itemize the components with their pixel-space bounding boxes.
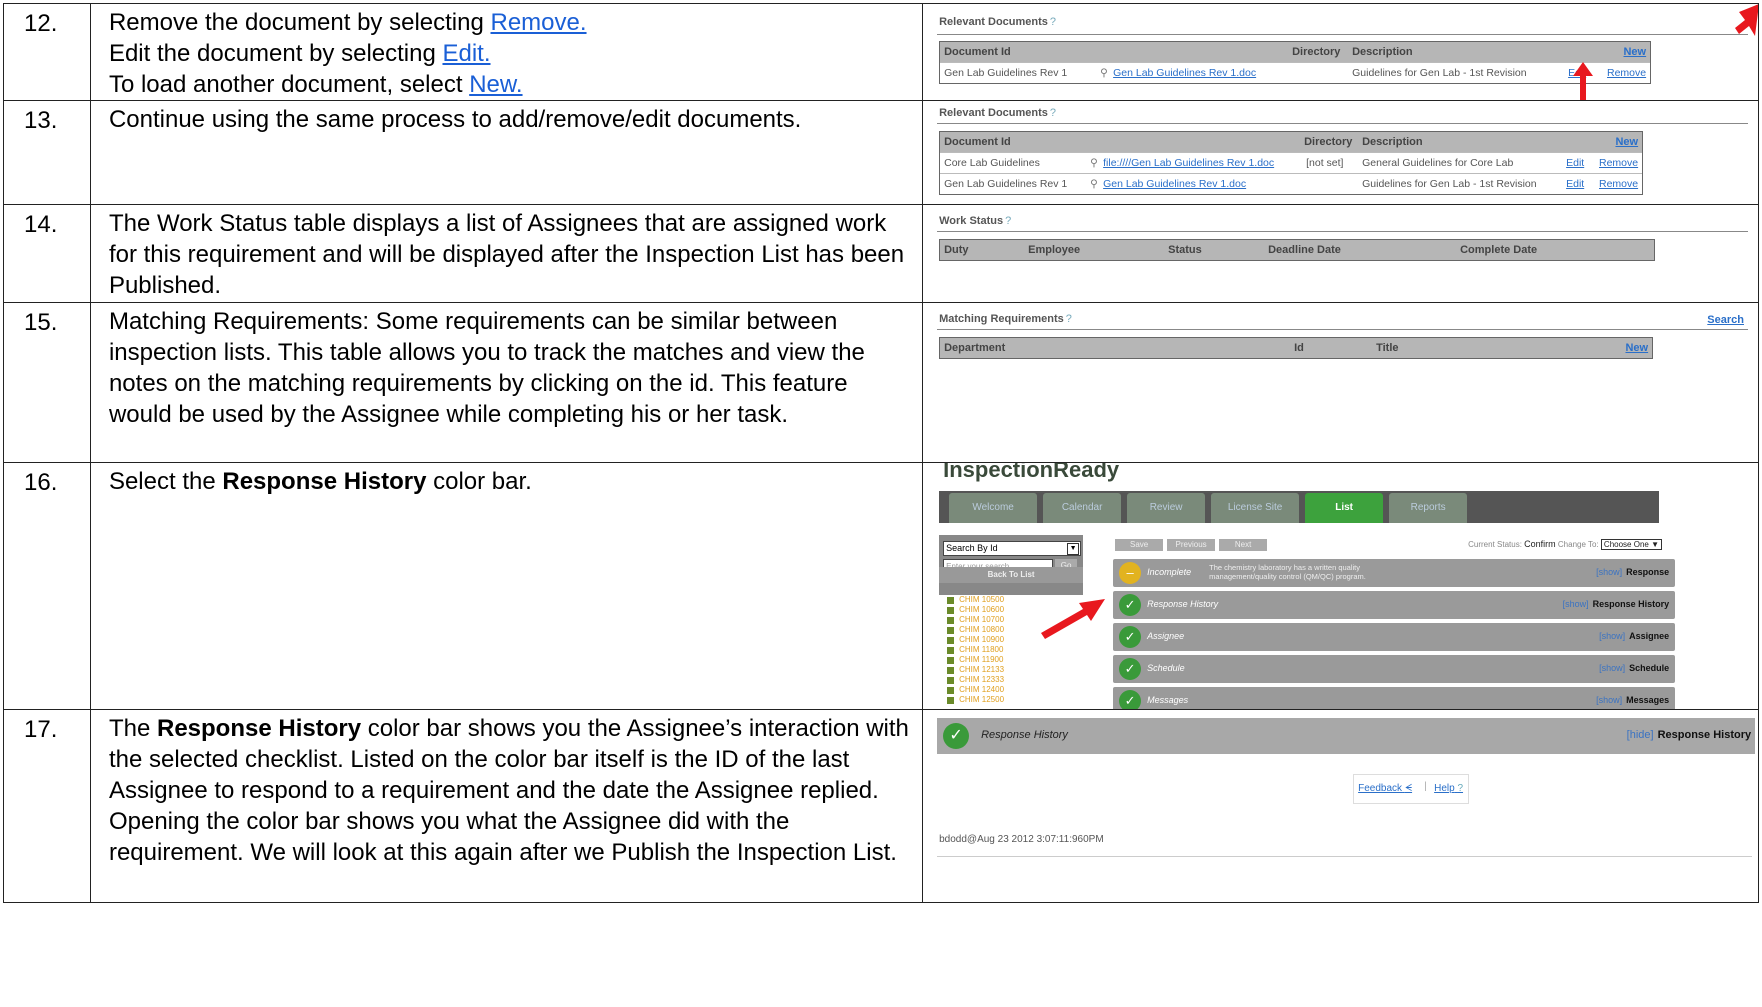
screenshot-relevant-documents-2: Relevant Documents? Document Id Director… — [922, 100, 1759, 205]
chevron-down-icon: ▼ — [1067, 543, 1080, 555]
edit-link[interactable]: Edit — [1566, 178, 1584, 190]
incomplete-icon: – — [1119, 562, 1142, 584]
help-link[interactable]: Help ? — [1434, 783, 1463, 794]
status-area: Current Status: Confirm Change To: Choos… — [1468, 539, 1662, 550]
checkmark-icon: ✓ — [1119, 626, 1142, 648]
feedback-help-box: Feedback ᗕ | Help ? — [1353, 774, 1470, 804]
checkmark-icon: ✓ — [1119, 594, 1142, 616]
remove-link[interactable]: Remove — [1607, 67, 1646, 79]
new-link[interactable]: New — [1623, 46, 1646, 58]
screenshot-response-history-open: ✓ Response History [hide] Response Histor… — [922, 709, 1759, 903]
tab-bar: Welcome Calendar Review License Site Lis… — [939, 491, 1660, 523]
step-description: Remove the document by selecting Remove.… — [89, 3, 924, 101]
documents-grid: Document Id Directory Description New Ge… — [939, 41, 1652, 84]
table-row: Gen Lab Guidelines Rev 1 ⚲ Gen Lab Guidel… — [940, 173, 1643, 194]
color-bar-messages[interactable]: ✓ Messages [show] Messages — [1113, 687, 1676, 709]
new-link[interactable]: New. — [469, 71, 522, 98]
document-file-link[interactable]: ⚲ Gen Lab Guidelines Rev 1.doc — [1100, 67, 1256, 79]
table-row: Gen Lab Guidelines Rev 1 ⚲ Gen Lab Guidel… — [940, 62, 1651, 83]
tab-review[interactable]: Review — [1127, 493, 1206, 523]
list-item[interactable]: CHIM 11800 — [939, 645, 1079, 655]
edit-link[interactable]: Edit — [1566, 157, 1584, 169]
list-item[interactable]: CHIM 12400 — [939, 685, 1079, 695]
step-description: Matching Requirements: Some requirements… — [89, 302, 924, 463]
chevron-down-icon: ▼ — [1651, 540, 1659, 549]
step-number: 12. — [3, 3, 91, 101]
step-number: 14. — [3, 204, 91, 303]
checkmark-icon: ✓ — [943, 723, 970, 749]
document-file-link[interactable]: ⚲ file:////Gen Lab Guidelines Rev 1.doc — [1090, 157, 1274, 169]
paperclip-icon: ⚲ — [1100, 67, 1108, 79]
table-row: Core Lab Guidelines ⚲ file:////Gen Lab Gu… — [940, 152, 1643, 173]
list-item[interactable]: CHIM 12333 — [939, 675, 1079, 685]
step-number: 15. — [3, 302, 91, 463]
color-bar-response-history[interactable]: ✓ Response History [hide] Response Histor… — [937, 718, 1756, 754]
paperclip-icon: ⚲ — [1090, 178, 1098, 190]
tab-welcome[interactable]: Welcome — [949, 493, 1038, 523]
remove-link[interactable]: Remove — [1599, 178, 1638, 190]
pointer-arrow-icon — [1573, 62, 1594, 100]
edit-link[interactable]: Edit. — [442, 40, 490, 67]
step-number: 13. — [3, 100, 91, 205]
matching-grid: Department Id Title New — [939, 337, 1654, 359]
save-button[interactable]: Save — [1115, 539, 1164, 551]
step-description: The Response History color bar shows you… — [89, 709, 924, 903]
previous-button[interactable]: Previous — [1167, 539, 1216, 551]
app-logo: InspectionReady — [943, 462, 1120, 483]
hide-link[interactable]: [hide] — [1627, 729, 1654, 741]
instruction-table: 12. Remove the document by selecting Rem… — [3, 3, 1759, 903]
step-number: 16. — [3, 462, 91, 710]
tab-license-site[interactable]: License Site — [1211, 493, 1300, 523]
documents-grid: Document Id Directory Description New Co… — [939, 131, 1644, 195]
help-icon: ? — [1457, 783, 1464, 794]
new-link[interactable]: New — [1625, 342, 1648, 354]
step-number: 17. — [3, 709, 91, 903]
change-status-select[interactable]: Choose One ▼ — [1600, 539, 1662, 550]
status-badge: Confirm — [1524, 539, 1556, 549]
response-entry: bdodd@Aug 23 2012 3:07:11:960PM — [939, 834, 1104, 845]
color-bar-assignee[interactable]: ✓ Assignee [show] Assignee — [1113, 623, 1676, 651]
list-item[interactable]: CHIM 11900 — [939, 655, 1079, 665]
pointer-arrow-icon — [1041, 599, 1106, 639]
checkmark-icon: ✓ — [1119, 658, 1142, 680]
color-bar-response[interactable]: – Incomplete The chemistry laboratory ha… — [1113, 559, 1676, 587]
list-item[interactable]: CHIM 12500 — [939, 695, 1079, 705]
color-bar-schedule[interactable]: ✓ Schedule [show] Schedule — [1113, 655, 1676, 683]
checkmark-icon: ✓ — [1119, 690, 1142, 709]
document-file-link[interactable]: ⚲ Gen Lab Guidelines Rev 1.doc — [1090, 178, 1246, 190]
back-to-list-button[interactable]: Back To List — [939, 567, 1084, 583]
color-bar-response-history[interactable]: ✓ Response History [show] Response Histor… — [1113, 591, 1676, 619]
paperclip-icon: ⚲ — [1090, 157, 1098, 169]
screenshot-inspection-app: InspectionReady Welcome Calendar Review … — [922, 462, 1759, 710]
feedback-link[interactable]: Feedback ᗕ — [1358, 783, 1412, 794]
next-button[interactable]: Next — [1219, 539, 1268, 551]
remove-link[interactable]: Remove. — [491, 9, 587, 36]
tab-reports[interactable]: Reports — [1389, 493, 1468, 523]
search-link[interactable]: Search — [1707, 314, 1744, 326]
work-status-grid: Duty Employee Status Deadline Date Compl… — [939, 239, 1656, 261]
step-description: Continue using the same process to add/r… — [89, 100, 924, 205]
speech-bubble-icon: ᗕ — [1404, 783, 1413, 794]
tab-list[interactable]: List — [1305, 493, 1384, 523]
new-link[interactable]: New — [1615, 136, 1638, 148]
screenshot-work-status: Work Status? Duty Employee Status Deadli… — [922, 204, 1759, 303]
search-panel: Search By Id▼ Enter your search... Go — [939, 535, 1084, 595]
section-title: Relevant Documents? — [939, 16, 1057, 28]
remove-link[interactable]: Remove — [1599, 157, 1638, 169]
pointer-arrow-icon — [1735, 4, 1758, 36]
screenshot-relevant-documents-1: Relevant Documents? Document Id Director… — [922, 3, 1759, 101]
step-description: Select the Response History color bar. — [89, 462, 924, 710]
search-type-select[interactable]: Search By Id ▼ — [943, 541, 1082, 556]
step-description: The Work Status table displays a list of… — [89, 204, 924, 303]
tab-calendar[interactable]: Calendar — [1043, 493, 1122, 523]
screenshot-matching-requirements: Matching Requirements? Search Department… — [922, 302, 1759, 463]
list-item[interactable]: CHIM 12133 — [939, 665, 1079, 675]
